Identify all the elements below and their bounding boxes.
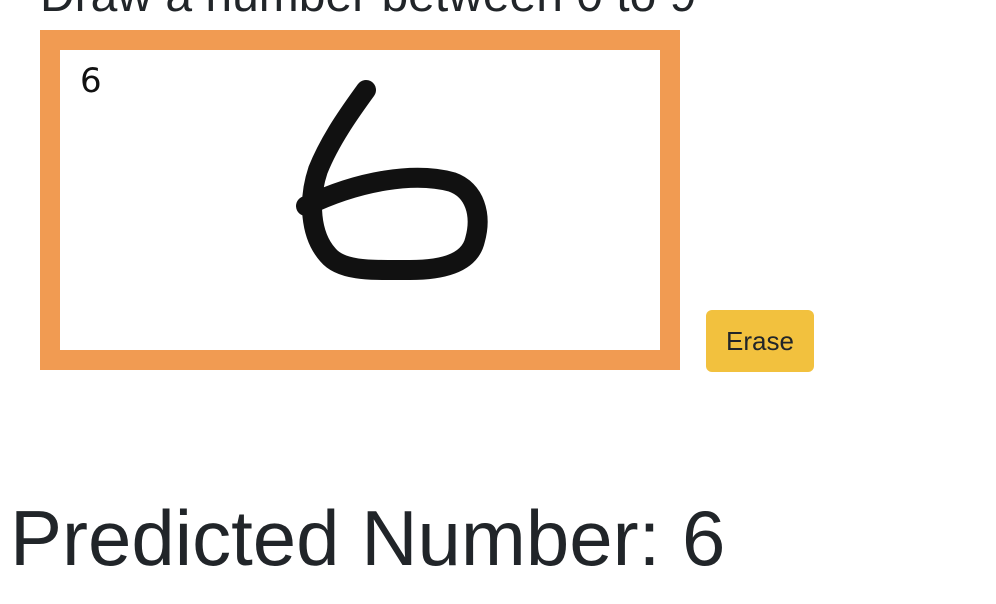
page-heading: Draw a number between 0 to 9 [40, 0, 696, 20]
page: Draw a number between 0 to 9 6 Erase Pre… [0, 0, 996, 604]
digit-thumbnail: 6 [80, 61, 102, 101]
drawing-canvas-frame: 6 [40, 30, 680, 370]
drawing-canvas[interactable]: 6 [60, 50, 660, 350]
prediction-value: 6 [681, 494, 726, 582]
predicted-number-text: Predicted Number: 6 [10, 494, 726, 582]
prediction-label: Predicted Number: [10, 494, 682, 582]
erase-button[interactable]: Erase [706, 310, 814, 372]
